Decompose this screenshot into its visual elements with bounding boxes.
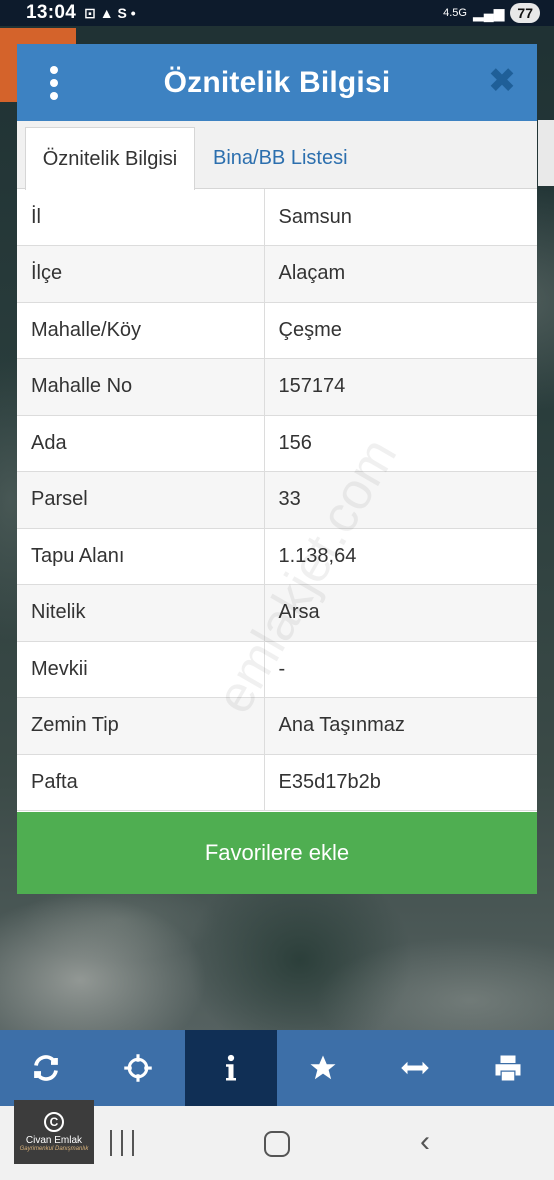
tab-building-list[interactable]: Bina/BB Listesi: [213, 127, 348, 190]
attribute-key: Nitelik: [17, 584, 265, 642]
add-favorite-button[interactable]: Favorilere ekle: [17, 812, 537, 894]
table-row: Mevkii -: [17, 641, 537, 698]
attribute-key: Tapu Alanı: [17, 528, 265, 585]
attribute-value: Çeşme: [264, 302, 537, 359]
refresh-icon[interactable]: [0, 1030, 92, 1106]
dialog-header: Öznitelik Bilgisi ✖: [17, 44, 537, 121]
attribute-key: İl: [17, 189, 265, 246]
attribute-key: Mahalle/Köy: [17, 302, 265, 359]
table-row: Tapu Alanı 1.138,64: [17, 528, 537, 585]
attribute-table: İl Samsun İlçe Alaçam Mahalle/Köy Çeşme Mahall…: [17, 189, 537, 811]
tab-bar: Öznitelik Bilgisi Bina/BB Listesi: [17, 121, 537, 190]
print-icon[interactable]: [462, 1030, 554, 1106]
logo-tagline: Gayrimenkul Danışmanlık: [19, 1146, 89, 1152]
attribute-key: Mevkii: [17, 641, 265, 698]
attribute-value: Arsa: [264, 584, 537, 642]
more-vertical-icon[interactable]: [47, 66, 61, 100]
dialog-title: Öznitelik Bilgisi: [163, 65, 391, 99]
attribute-value: Samsun: [264, 189, 537, 246]
attribute-key: İlçe: [17, 245, 265, 303]
attribute-value: 156: [264, 415, 537, 472]
table-row: Pafta E35d17b2b: [17, 754, 537, 811]
attribute-key: Parsel: [17, 471, 265, 529]
table-row: Parsel 33: [17, 471, 537, 529]
measure-icon[interactable]: [369, 1030, 461, 1106]
attribute-value: 157174: [264, 358, 537, 416]
signal-icon: ▂▄▆: [472, 4, 505, 21]
attribute-value: Ana Taşınmaz: [264, 697, 537, 755]
table-row: Mahalle No 157174: [17, 358, 537, 416]
home-icon[interactable]: [264, 1131, 290, 1157]
table-row: Mahalle/Köy Çeşme: [17, 302, 537, 359]
attribute-value: 33: [264, 471, 537, 529]
table-row: Ada 156: [17, 415, 537, 472]
attribute-value: -: [264, 641, 537, 698]
side-panel-edge: [538, 120, 554, 186]
attribute-value: E35d17b2b: [264, 754, 537, 811]
attribute-value: Alaçam: [264, 245, 537, 303]
recent-apps-icon[interactable]: [110, 1130, 134, 1156]
attribute-key: Pafta: [17, 754, 265, 811]
status-bar: 13:04 ⊡ ▲ S • 4.5G ▂▄▆ 77: [0, 0, 554, 26]
back-icon[interactable]: ‹: [420, 1127, 444, 1157]
network-type: 4.5G: [443, 7, 467, 19]
status-time: 13:04: [26, 2, 77, 23]
tab-attribute-info[interactable]: Öznitelik Bilgisi: [25, 127, 195, 190]
logo-name: Civan Emlak: [25, 1135, 83, 1146]
info-icon[interactable]: [184, 1030, 277, 1106]
attribute-key: Mahalle No: [17, 358, 265, 416]
attribute-value: 1.138,64: [264, 528, 537, 585]
table-row: Zemin Tip Ana Taşınmaz: [17, 697, 537, 755]
company-logo: C Civan Emlak Gayrimenkul Danışmanlık: [14, 1100, 94, 1164]
attribute-dialog: Öznitelik Bilgisi ✖ Öznitelik Bilgisi Bi…: [17, 44, 537, 894]
table-row: İlçe Alaçam: [17, 245, 537, 303]
crosshair-icon[interactable]: [92, 1030, 184, 1106]
attribute-key: Ada: [17, 415, 265, 472]
logo-mark-icon: C: [44, 1112, 64, 1132]
attribute-key: Zemin Tip: [17, 697, 265, 755]
close-icon[interactable]: ✖: [485, 64, 519, 98]
notification-icons: ⊡ ▲ S •: [84, 4, 136, 21]
bottom-toolbar: [0, 1030, 554, 1106]
battery-level: 77: [510, 3, 540, 23]
table-row: İl Samsun: [17, 189, 537, 246]
table-row: Nitelik Arsa: [17, 584, 537, 642]
star-icon[interactable]: [277, 1030, 369, 1106]
